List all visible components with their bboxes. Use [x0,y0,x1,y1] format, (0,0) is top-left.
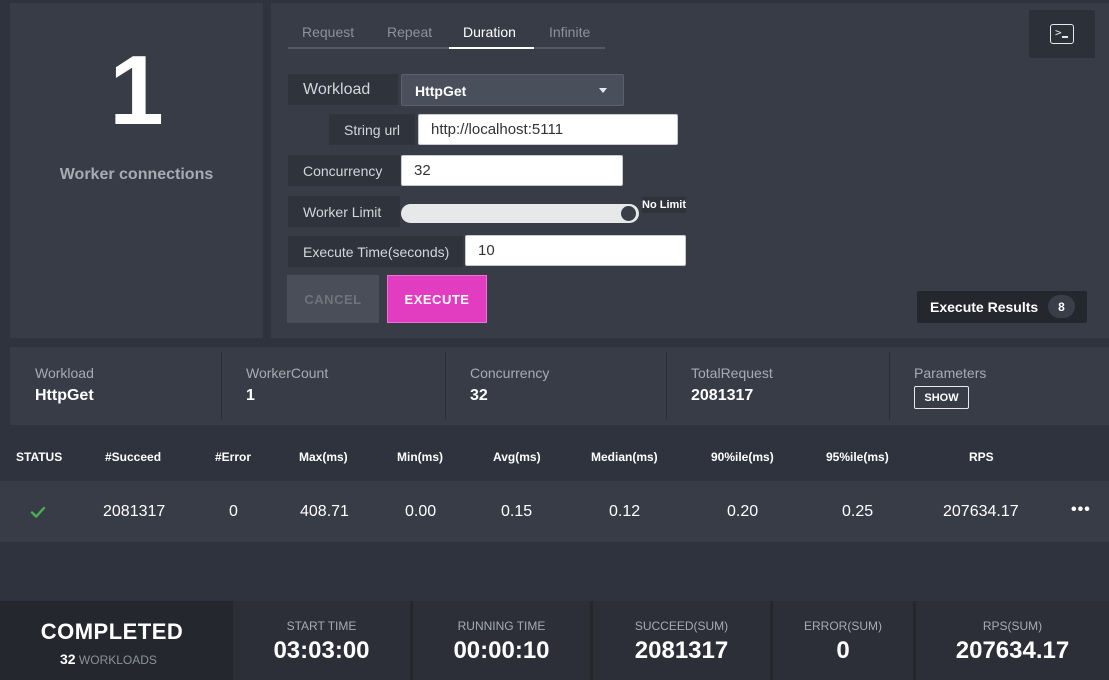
chevron-down-icon [599,88,607,93]
rps-sum: RPS(SUM) 207634.17 [916,601,1109,680]
col-min: Min(ms) [397,450,443,464]
col-median: Median(ms) [591,450,658,464]
summary-worker-count-label: WorkerCount [246,365,329,381]
workloads-count: 32 WORKLOADS [60,651,157,667]
concurrency-label: Concurrency [288,155,400,186]
cell-p90: 0.20 [727,503,759,520]
worker-limit-label: Worker Limit [288,196,400,227]
divider [445,352,446,420]
workload-select-value: HttpGet [415,83,467,99]
terminal-button[interactable]: > [1029,10,1095,58]
col-max: Max(ms) [299,450,348,464]
concurrency-input[interactable]: 32 [401,155,623,186]
execute-time-input[interactable]: 10 [465,235,686,266]
workloads-count-label: WORKLOADS [78,653,157,667]
summary-bar: Workload HttpGet WorkerCount 1 Concurren… [10,347,1109,425]
summary-concurrency-value: 32 [470,387,488,404]
divider [221,352,222,420]
worker-connections-card: 1 Worker connections [10,3,263,338]
start-time-value: 03:03:00 [273,637,370,664]
slider-track [401,204,639,223]
completed-status: COMPLETED 32 WORKLOADS [0,601,224,680]
col-error: #Error [215,450,252,464]
results-table-header: STATUS #Succeed #Error Max(ms) Min(ms) A… [0,440,1109,476]
rps-sum-label: RPS(SUM) [982,619,1043,633]
workload-select[interactable]: HttpGet [401,74,624,106]
cell-median: 0.12 [609,503,641,520]
cell-rps: 207634.17 [943,503,1019,520]
worker-count: 1 [109,35,164,145]
worker-connections-label: Worker connections [59,166,214,183]
error-sum-value: 0 [836,637,850,664]
cell-avg: 0.15 [501,503,533,520]
worker-limit-value: No Limit [642,197,686,213]
cell-min: 0.00 [405,503,437,520]
succeed-sum: SUCCEED(SUM) 2081317 [593,601,770,680]
more-horizontal-icon[interactable]: ••• [1071,501,1091,519]
status-footer: COMPLETED 32 WORKLOADS START TIME 03:03:… [0,601,1109,680]
worker-limit-slider[interactable] [401,203,641,223]
running-time: RUNNING TIME 00:00:10 [413,601,590,680]
running-time-value: 00:00:10 [453,637,550,664]
tab-infinite[interactable]: Infinite [549,24,590,40]
mode-tabs: Request Repeat Duration Infinite [288,20,605,49]
summary-workload-value: HttpGet [35,387,94,404]
start-time-label: START TIME [286,619,357,633]
succeed-sum-value: 2081317 [634,637,729,664]
summary-parameters-label: Parameters [914,365,987,381]
check-icon [30,506,46,518]
col-status: STATUS [16,450,63,464]
divider [889,352,890,420]
col-p95: 95%ile(ms) [826,450,889,464]
divider [666,352,667,420]
terminal-icon: > [1050,24,1074,44]
col-avg: Avg(ms) [493,450,541,464]
string-url-input[interactable]: http://localhost:5111 [418,114,678,145]
active-tab-indicator [449,47,534,49]
string-url-label: String url [329,114,415,145]
summary-worker-count-value: 1 [246,387,255,404]
col-succeed: #Succeed [105,450,162,464]
summary-workload-label: Workload [35,365,94,381]
error-sum: ERROR(SUM) 0 [773,601,913,680]
table-row[interactable]: 2081317 0 408.71 0.00 0.15 0.12 0.20 0.2… [0,481,1109,542]
start-time: START TIME 03:03:00 [233,601,410,680]
completed-title: COMPLETED [40,619,184,644]
tab-request[interactable]: Request [302,24,354,40]
summary-total-request-label: TotalRequest [691,365,773,381]
tab-duration[interactable]: Duration [463,24,516,40]
workload-label: Workload [288,74,398,105]
running-time-label: RUNNING TIME [457,619,546,633]
execute-button[interactable]: EXECUTE [387,275,487,323]
col-rps: RPS [969,450,994,464]
execute-time-label: Execute Time(seconds) [288,236,463,267]
execute-results-button[interactable]: Execute Results 8 [917,291,1087,323]
cell-p95: 0.25 [842,503,874,520]
summary-total-request-value: 2081317 [691,387,754,404]
config-panel: Request Repeat Duration Infinite > Workl… [271,3,1109,338]
tab-repeat[interactable]: Repeat [387,24,432,40]
succeed-sum-label: SUCCEED(SUM) [634,619,729,633]
rps-sum-value: 207634.17 [955,637,1070,664]
execute-results-label: Execute Results [930,299,1039,315]
col-p90: 90%ile(ms) [711,450,774,464]
error-sum-label: ERROR(SUM) [804,619,882,633]
show-parameters-button[interactable]: SHOW [914,386,969,409]
slider-thumb[interactable] [621,206,636,221]
cell-error: 0 [229,503,238,520]
workloads-count-value: 32 [60,651,76,667]
results-count-badge: 8 [1048,295,1075,318]
cell-succeed: 2081317 [103,503,166,520]
summary-concurrency-label: Concurrency [470,365,550,381]
cell-max: 408.71 [300,503,349,520]
cancel-button[interactable]: CANCEL [287,275,379,323]
